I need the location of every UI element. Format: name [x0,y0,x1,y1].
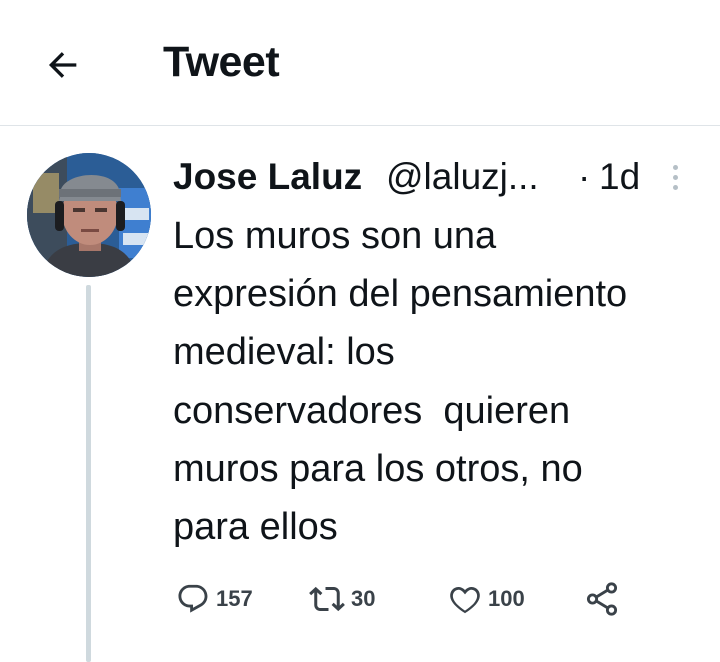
tweet-text: Los muros son una expresión del pensamie… [173,215,628,549]
share-icon [586,582,618,616]
tweet-header: Jose Laluz @laluzj... · 1d [173,152,693,202]
more-dot [672,164,678,170]
more-options-icon[interactable] [663,158,687,196]
retweet-count: 30 [351,586,376,611]
page-title: Tweet [163,38,280,86]
retweet-button[interactable]: 30 [309,578,375,620]
user-handle[interactable]: @laluzj... [386,152,539,202]
separator-dot: · [578,156,591,197]
top-bar: Tweet [0,0,720,125]
arrow-left-icon [48,52,77,78]
reply-button[interactable]: 157 [176,578,253,620]
reply-icon [178,584,208,613]
heart-icon [450,586,480,614]
thread-line [86,285,91,662]
back-button[interactable] [40,42,86,88]
more-dot [672,174,678,180]
more-dot [672,184,678,190]
display-name[interactable]: Jose Laluz [173,152,362,202]
user-avatar[interactable] [27,153,151,277]
header-divider [0,125,720,126]
avatar-photo [27,153,151,277]
like-button[interactable]: 100 [448,578,525,620]
tweet-time[interactable]: 1d [599,152,640,202]
like-count: 100 [488,586,525,611]
reply-count: 157 [216,586,253,611]
share-button[interactable] [583,578,621,620]
tweet-actions: 157 30 100 [173,578,693,620]
retweet-icon [309,586,345,612]
